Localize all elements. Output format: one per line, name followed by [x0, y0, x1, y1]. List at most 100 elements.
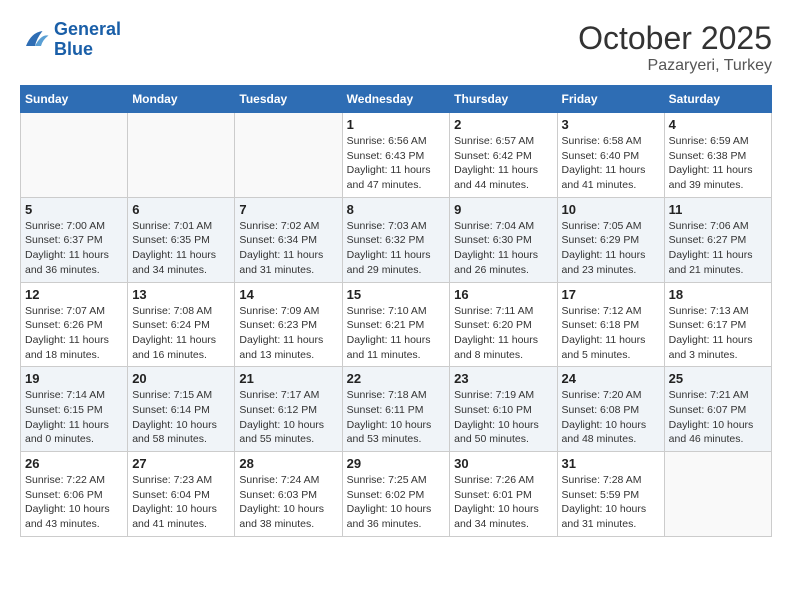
day-info: Sunrise: 7:05 AM Sunset: 6:29 PM Dayligh…	[562, 219, 660, 278]
calendar-week-row: 26Sunrise: 7:22 AM Sunset: 6:06 PM Dayli…	[21, 452, 772, 537]
location-title: Pazaryeri, Turkey	[578, 57, 772, 75]
weekday-header: Friday	[557, 86, 664, 113]
calendar-cell: 8 Sunrise: 7:03 AM Sunset: 6:32 PM Daylig…	[342, 197, 450, 282]
day-info: Sunrise: 7:08 AM Sunset: 6:24 PM Dayligh…	[132, 304, 230, 363]
day-info: Sunrise: 6:58 AM Sunset: 6:40 PM Dayligh…	[562, 134, 660, 193]
day-info: Sunrise: 7:17 AM Sunset: 6:12 PM Dayligh…	[239, 388, 337, 447]
calendar-cell: 28 Sunrise: 7:24 AM Sunset: 6:03 PM Dayli…	[235, 452, 342, 537]
calendar-cell: 3 Sunrise: 6:58 AM Sunset: 6:40 PM Daylig…	[557, 113, 664, 198]
calendar-cell: 12Sunrise: 7:07 AM Sunset: 6:26 PM Dayli…	[21, 282, 128, 367]
day-number: 30	[454, 456, 552, 471]
calendar-cell	[235, 113, 342, 198]
day-number: 15	[347, 287, 446, 302]
weekday-header: Tuesday	[235, 86, 342, 113]
calendar-week-row: 5 Sunrise: 7:00 AM Sunset: 6:37 PM Daylig…	[21, 197, 772, 282]
calendar-cell: 16Sunrise: 7:11 AM Sunset: 6:20 PM Dayli…	[450, 282, 557, 367]
day-number: 27	[132, 456, 230, 471]
day-info: Sunrise: 7:26 AM Sunset: 6:01 PM Dayligh…	[454, 473, 552, 532]
calendar-cell: 5 Sunrise: 7:00 AM Sunset: 6:37 PM Daylig…	[21, 197, 128, 282]
day-number: 9	[454, 202, 552, 217]
day-info: Sunrise: 6:57 AM Sunset: 6:42 PM Dayligh…	[454, 134, 552, 193]
day-info: Sunrise: 7:21 AM Sunset: 6:07 PM Dayligh…	[669, 388, 767, 447]
day-number: 21	[239, 371, 337, 386]
calendar-cell: 11 Sunrise: 7:06 AM Sunset: 6:27 PM Dayli…	[664, 197, 771, 282]
calendar-cell: 17 Sunrise: 7:12 AM Sunset: 6:18 PM Dayli…	[557, 282, 664, 367]
logo-text: General Blue	[54, 20, 121, 60]
calendar-cell: 2Sunrise: 6:57 AM Sunset: 6:42 PM Daylig…	[450, 113, 557, 198]
day-number: 29	[347, 456, 446, 471]
weekday-header: Sunday	[21, 86, 128, 113]
day-number: 3	[562, 117, 660, 132]
day-number: 5	[25, 202, 123, 217]
day-info: Sunrise: 7:23 AM Sunset: 6:04 PM Dayligh…	[132, 473, 230, 532]
day-info: Sunrise: 7:13 AM Sunset: 6:17 PM Dayligh…	[669, 304, 767, 363]
day-number: 23	[454, 371, 552, 386]
day-number: 28	[239, 456, 337, 471]
calendar-cell: 21 Sunrise: 7:17 AM Sunset: 6:12 PM Dayli…	[235, 367, 342, 452]
day-number: 10	[562, 202, 660, 217]
weekday-header: Monday	[128, 86, 235, 113]
calendar-week-row: 19Sunrise: 7:14 AM Sunset: 6:15 PM Dayli…	[21, 367, 772, 452]
month-title: October 2025	[578, 20, 772, 57]
day-info: Sunrise: 7:24 AM Sunset: 6:03 PM Dayligh…	[239, 473, 337, 532]
day-info: Sunrise: 7:15 AM Sunset: 6:14 PM Dayligh…	[132, 388, 230, 447]
day-info: Sunrise: 7:02 AM Sunset: 6:34 PM Dayligh…	[239, 219, 337, 278]
calendar-cell: 6Sunrise: 7:01 AM Sunset: 6:35 PM Daylig…	[128, 197, 235, 282]
day-number: 20	[132, 371, 230, 386]
logo-icon	[20, 25, 50, 55]
day-info: Sunrise: 7:18 AM Sunset: 6:11 PM Dayligh…	[347, 388, 446, 447]
calendar-cell: 29 Sunrise: 7:25 AM Sunset: 6:02 PM Dayli…	[342, 452, 450, 537]
day-number: 22	[347, 371, 446, 386]
day-info: Sunrise: 7:10 AM Sunset: 6:21 PM Dayligh…	[347, 304, 446, 363]
day-number: 14	[239, 287, 337, 302]
day-info: Sunrise: 7:04 AM Sunset: 6:30 PM Dayligh…	[454, 219, 552, 278]
day-number: 24	[562, 371, 660, 386]
calendar-cell: 15 Sunrise: 7:10 AM Sunset: 6:21 PM Dayli…	[342, 282, 450, 367]
day-info: Sunrise: 7:06 AM Sunset: 6:27 PM Dayligh…	[669, 219, 767, 278]
calendar-cell: 18Sunrise: 7:13 AM Sunset: 6:17 PM Dayli…	[664, 282, 771, 367]
day-info: Sunrise: 7:00 AM Sunset: 6:37 PM Dayligh…	[25, 219, 123, 278]
day-number: 11	[669, 202, 767, 217]
calendar-cell	[21, 113, 128, 198]
logo: General Blue	[20, 20, 121, 60]
calendar-cell: 9 Sunrise: 7:04 AM Sunset: 6:30 PM Daylig…	[450, 197, 557, 282]
day-number: 25	[669, 371, 767, 386]
calendar-cell: 10 Sunrise: 7:05 AM Sunset: 6:29 PM Dayli…	[557, 197, 664, 282]
day-info: Sunrise: 7:12 AM Sunset: 6:18 PM Dayligh…	[562, 304, 660, 363]
calendar-cell: 30 Sunrise: 7:26 AM Sunset: 6:01 PM Dayli…	[450, 452, 557, 537]
day-info: Sunrise: 7:20 AM Sunset: 6:08 PM Dayligh…	[562, 388, 660, 447]
day-number: 7	[239, 202, 337, 217]
day-info: Sunrise: 6:59 AM Sunset: 6:38 PM Dayligh…	[669, 134, 767, 193]
logo-line2: Blue	[54, 39, 93, 59]
day-info: Sunrise: 7:09 AM Sunset: 6:23 PM Dayligh…	[239, 304, 337, 363]
calendar-cell	[128, 113, 235, 198]
calendar-cell: 1 Sunrise: 6:56 AM Sunset: 6:43 PM Daylig…	[342, 113, 450, 198]
title-block: October 2025 Pazaryeri, Turkey	[578, 20, 772, 75]
day-number: 26	[25, 456, 123, 471]
day-info: Sunrise: 7:03 AM Sunset: 6:32 PM Dayligh…	[347, 219, 446, 278]
day-info: Sunrise: 7:25 AM Sunset: 6:02 PM Dayligh…	[347, 473, 446, 532]
weekday-header: Wednesday	[342, 86, 450, 113]
day-number: 31	[562, 456, 660, 471]
calendar-cell: 7 Sunrise: 7:02 AM Sunset: 6:34 PM Daylig…	[235, 197, 342, 282]
page-header: General Blue October 2025 Pazaryeri, Tur…	[20, 20, 772, 75]
day-number: 8	[347, 202, 446, 217]
weekday-header: Saturday	[664, 86, 771, 113]
calendar-table: SundayMondayTuesdayWednesdayThursdayFrid…	[20, 85, 772, 537]
logo-line1: General	[54, 19, 121, 39]
day-number: 13	[132, 287, 230, 302]
calendar-cell: 27 Sunrise: 7:23 AM Sunset: 6:04 PM Dayli…	[128, 452, 235, 537]
day-info: Sunrise: 7:11 AM Sunset: 6:20 PM Dayligh…	[454, 304, 552, 363]
day-info: Sunrise: 6:56 AM Sunset: 6:43 PM Dayligh…	[347, 134, 446, 193]
day-number: 6	[132, 202, 230, 217]
calendar-cell: 13 Sunrise: 7:08 AM Sunset: 6:24 PM Dayli…	[128, 282, 235, 367]
calendar-week-row: 1 Sunrise: 6:56 AM Sunset: 6:43 PM Daylig…	[21, 113, 772, 198]
day-number: 1	[347, 117, 446, 132]
day-info: Sunrise: 7:19 AM Sunset: 6:10 PM Dayligh…	[454, 388, 552, 447]
calendar-cell	[664, 452, 771, 537]
calendar-cell: 24 Sunrise: 7:20 AM Sunset: 6:08 PM Dayli…	[557, 367, 664, 452]
calendar-cell: 4Sunrise: 6:59 AM Sunset: 6:38 PM Daylig…	[664, 113, 771, 198]
day-number: 17	[562, 287, 660, 302]
calendar-cell: 25 Sunrise: 7:21 AM Sunset: 6:07 PM Dayli…	[664, 367, 771, 452]
calendar-week-row: 12Sunrise: 7:07 AM Sunset: 6:26 PM Dayli…	[21, 282, 772, 367]
